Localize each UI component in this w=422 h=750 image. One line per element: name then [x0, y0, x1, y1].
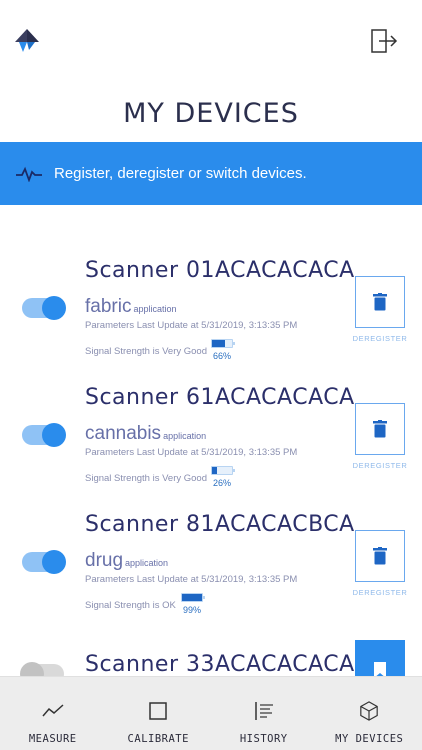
- history-list-icon: [255, 702, 273, 720]
- device-toggle[interactable]: [22, 296, 66, 320]
- device-name: Scanner 01ACACACACA: [85, 258, 355, 283]
- battery-percent: 26%: [213, 478, 232, 488]
- nav-my-devices[interactable]: MY DEVICES: [317, 677, 422, 750]
- bottom-nav: MEASURE CALIBRATE HISTORY MY DEVICES: [0, 676, 422, 750]
- deregister-button[interactable]: [355, 403, 405, 455]
- top-bar: [0, 0, 422, 80]
- deregister-label[interactable]: DEREGISTER: [350, 334, 410, 343]
- device-name: Scanner 81ACACACBCA: [85, 512, 355, 537]
- trash-icon: [373, 420, 387, 438]
- signal-strength: Signal Strength is Very Good: [85, 346, 207, 357]
- device-name: Scanner 33ACACACACA: [85, 652, 355, 677]
- application-name: fabric: [85, 296, 132, 317]
- nav-history-label: HISTORY: [239, 733, 288, 745]
- battery-percent: 99%: [183, 605, 202, 615]
- nav-calibrate-label: CALIBRATE: [127, 733, 189, 745]
- deregister-button[interactable]: [355, 276, 405, 328]
- nav-calibrate[interactable]: CALIBRATE: [106, 677, 212, 750]
- page-title: MY DEVICES: [123, 98, 299, 129]
- device-application: fabric application: [85, 296, 177, 318]
- battery-icon: [211, 466, 235, 475]
- activity-icon: [16, 166, 42, 182]
- device-name: Scanner 61ACACACACA: [85, 385, 355, 410]
- trash-icon: [373, 547, 387, 565]
- deregister-label[interactable]: DEREGISTER: [350, 461, 410, 470]
- banner-text: Register, deregister or switch devices.: [54, 165, 307, 182]
- battery-fill: [212, 467, 218, 474]
- device-card: Scanner 01ACACACACA fabric application Pa…: [0, 258, 422, 378]
- signal-strength: Signal Strength is Very Good: [85, 473, 207, 484]
- nav-measure-label: MEASURE: [28, 733, 77, 745]
- toggle-knob: [42, 296, 66, 320]
- application-suffix: application: [133, 304, 177, 314]
- deregister-label[interactable]: DEREGISTER: [350, 588, 410, 597]
- nav-history[interactable]: HISTORY: [211, 677, 317, 750]
- device-application: cannabis application: [85, 423, 206, 445]
- toggle-knob: [42, 423, 66, 447]
- device-toggle[interactable]: [22, 550, 66, 574]
- device-card: Scanner 61ACACACACA cannabis application …: [0, 385, 422, 505]
- deregister-button[interactable]: [355, 530, 405, 582]
- battery-icon: [211, 339, 235, 348]
- parameters-update: Parameters Last Update at 5/31/2019, 3:1…: [85, 447, 298, 458]
- nav-measure[interactable]: MEASURE: [0, 677, 106, 750]
- parameters-update: Parameters Last Update at 5/31/2019, 3:1…: [85, 574, 298, 585]
- parameters-update: Parameters Last Update at 5/31/2019, 3:1…: [85, 320, 298, 331]
- square-icon: [149, 702, 167, 720]
- application-name: drug: [85, 550, 124, 571]
- application-suffix: application: [125, 558, 169, 568]
- nav-my-devices-label: MY DEVICES: [335, 733, 404, 745]
- toggle-knob: [42, 550, 66, 574]
- battery-icon: [181, 593, 205, 602]
- info-banner: Register, deregister or switch devices.: [0, 142, 422, 205]
- device-application: drug application: [85, 550, 168, 572]
- trash-icon: [373, 293, 387, 311]
- battery-fill: [182, 594, 202, 601]
- application-suffix: application: [163, 431, 207, 441]
- application-name: cannabis: [85, 423, 162, 444]
- signal-strength: Signal Strength is OK: [85, 600, 176, 611]
- line-chart-icon: [42, 704, 64, 717]
- device-toggle[interactable]: [22, 423, 66, 447]
- cube-icon: [360, 701, 379, 721]
- battery-fill: [212, 340, 226, 347]
- device-card: Scanner 81ACACACBCA drug application Para…: [0, 512, 422, 632]
- logout-icon[interactable]: [370, 28, 398, 54]
- app-logo-icon: [15, 29, 39, 52]
- battery-percent: 66%: [213, 351, 232, 361]
